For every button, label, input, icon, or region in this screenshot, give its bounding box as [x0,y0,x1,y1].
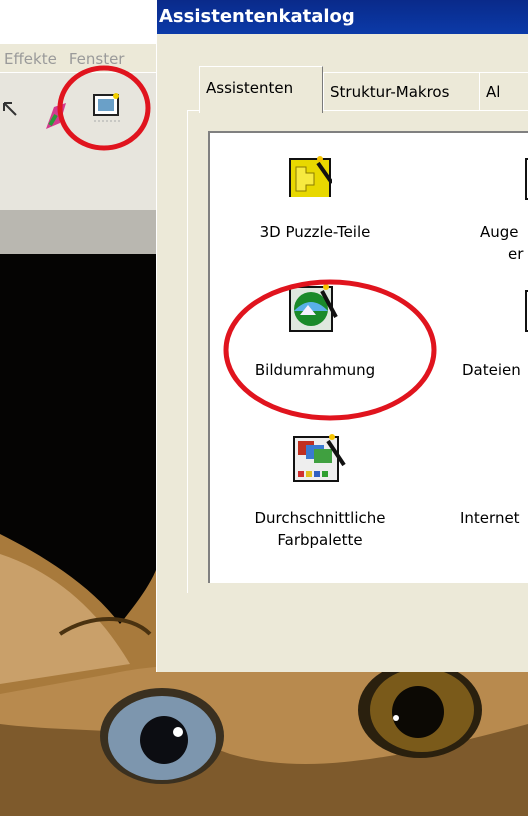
picture-frame-toolbar-icon[interactable] [92,91,124,125]
item-label: 3D Puzzle-Teile [259,223,371,241]
tab-assistenten[interactable]: Assistenten [199,66,323,113]
tab-struktur-makros[interactable]: Struktur-Makros [323,72,481,113]
item-label-line2: Farbpalette [277,531,363,549]
item-label-line2: er [508,245,524,263]
background-app-top [0,0,156,44]
wizard-icon [525,158,528,200]
tab-label: Assistenten [206,79,294,97]
arrow-tool-icon[interactable] [2,97,28,123]
assistant-list[interactable]: 3D Puzzle-Teile Auge er Bildumrahmung Da… [208,131,528,583]
tab-label: Al [486,83,501,101]
list-item-farbpalette[interactable]: Durchschnittliche Farbpalette [230,433,400,573]
menu-item-effekte[interactable]: Effekte [0,44,57,68]
item-label: Dateien [462,361,521,379]
menu-item-fenster[interactable]: Fenster [57,44,125,68]
item-label: Durchschnittliche [254,509,386,527]
background-menubar: Effekte Fenster [0,44,156,72]
picture-frame-icon [289,284,338,332]
list-item-auge[interactable]: Auge er [460,153,528,283]
tab-panel: 3D Puzzle-Teile Auge er Bildumrahmung Da… [187,110,528,593]
background-toolbar [0,72,156,223]
tab-label: Struktur-Makros [330,83,450,101]
item-label: Internet [460,509,520,527]
list-item-internet[interactable]: Internet [450,433,528,543]
list-item-bildumrahmung[interactable]: Bildumrahmung [230,283,390,393]
assistant-catalog-dialog: Assistentenkatalog Assistenten Struktur-… [156,0,528,672]
wizard-icon [525,290,528,332]
list-item-dateien[interactable]: Dateien [450,283,528,393]
wand-tool-icon[interactable] [36,93,76,133]
puzzle-icon [289,156,332,197]
tab-truncated[interactable]: Al [479,72,528,113]
dialog-title: Assistentenkatalog [159,6,355,27]
color-palette-icon [293,434,346,482]
list-item-puzzle[interactable]: 3D Puzzle-Teile [240,153,380,263]
item-label: Auge [480,223,519,241]
item-label: Bildumrahmung [254,361,376,379]
dialog-titlebar[interactable]: Assistentenkatalog [157,0,528,34]
background-panel-strip [0,210,156,254]
